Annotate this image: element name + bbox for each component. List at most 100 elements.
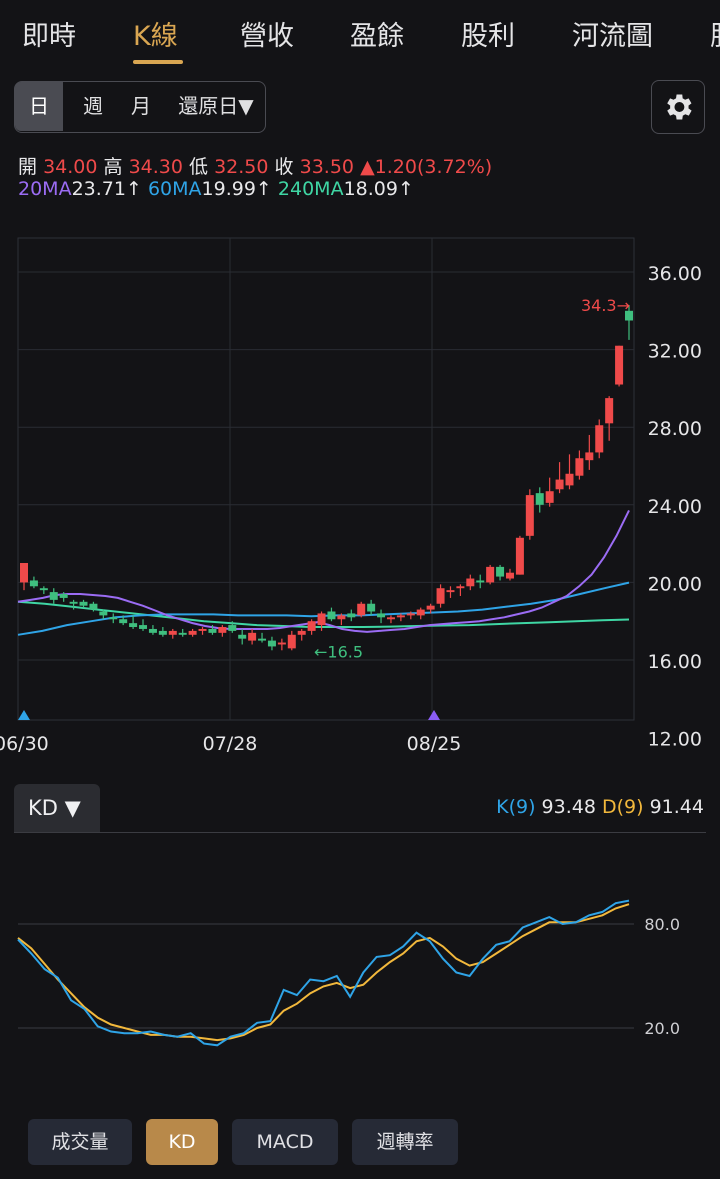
d-line (17, 903, 630, 1042)
ma60-label: 60MA (147, 178, 202, 200)
candle-body (258, 638, 267, 641)
candle-body (575, 458, 584, 476)
candle-body (486, 566, 495, 583)
event-marker-icon (428, 710, 440, 720)
indicator-button-kd[interactable]: KD (146, 1119, 218, 1165)
close-label: 收 (274, 156, 294, 178)
candle-body (109, 617, 118, 620)
close-value: 33.50 (299, 156, 355, 178)
gear-icon (667, 94, 692, 120)
low-label: 低 (189, 156, 209, 178)
candle-body (277, 642, 286, 645)
price-y-tick-label: 16.00 (648, 651, 702, 673)
candle-body (555, 479, 564, 490)
candle-body (148, 628, 157, 633)
candle-body (565, 473, 574, 486)
candle-body (456, 586, 465, 589)
price-x-tick-label: 08/25 (407, 733, 462, 755)
candle-body (89, 603, 98, 610)
candle-body (466, 578, 475, 587)
ma240-label: 240MA (277, 178, 344, 200)
candle-body (79, 601, 88, 606)
indicator-selector-dropdown[interactable]: KD ▼ (14, 784, 100, 832)
k-value: 93.48 (541, 796, 596, 818)
price-x-tick-label: 07/28 (203, 733, 258, 755)
open-value: 34.00 (43, 156, 98, 178)
candle-body (39, 588, 48, 591)
candle-body (307, 621, 316, 631)
price-y-tick-label: 36.00 (648, 263, 702, 285)
period-selector: 日 週 月 還原日▼ (14, 81, 266, 133)
settings-button[interactable] (651, 80, 705, 134)
ma240-value: 18.09↑ (343, 178, 414, 200)
candle-body (208, 628, 217, 633)
candle-body (168, 630, 177, 635)
candle-body (188, 630, 197, 635)
candle-body (99, 611, 108, 616)
candle-body (29, 580, 38, 587)
kd-y-tick-label: 80.0 (644, 915, 680, 934)
candle-body (377, 613, 386, 618)
candle-body (69, 601, 78, 604)
tab-revenue[interactable]: 營收 (240, 14, 294, 53)
candle-body (436, 588, 445, 604)
candle-body (238, 634, 247, 639)
price-y-tick-label: 24.00 (648, 496, 702, 518)
active-tab-indicator (133, 60, 183, 64)
candle-body (347, 613, 356, 618)
candle-body (119, 619, 128, 624)
tab-dividend[interactable]: 股利 (461, 14, 515, 53)
candle-body (525, 495, 534, 536)
change-value: ▲1.20(3.72%) (360, 156, 493, 178)
d-label: D(9) (602, 796, 644, 818)
price-x-tick-label: 06/30 (0, 733, 49, 755)
d-value: 91.44 (649, 796, 704, 818)
top-tab-bar: 即時 K線 營收 盈餘 股利 河流圖 股 (0, 0, 720, 70)
indicator-button-macd[interactable]: MACD (232, 1119, 338, 1165)
price-y-tick-label: 32.00 (648, 341, 702, 363)
tab-river-chart[interactable]: 河流圖 (572, 14, 653, 53)
candle-body (496, 566, 505, 577)
price-y-tick-label: 12.00 (648, 729, 702, 751)
candle-body (535, 493, 544, 505)
candle-body (59, 594, 68, 598)
low-value: 32.50 (214, 156, 269, 178)
candle-body (297, 630, 306, 635)
ma60-value: 19.99↑ (201, 178, 272, 200)
price-y-tick-label: 20.00 (648, 573, 702, 595)
candle-body (585, 452, 594, 461)
indicator-button-volume[interactable]: 成交量 (28, 1119, 132, 1165)
period-month[interactable]: 月 (119, 82, 163, 131)
candle-body (287, 634, 296, 649)
open-label: 開 (18, 156, 38, 178)
period-adjusted-day-dropdown[interactable]: 還原日▼ (167, 82, 265, 131)
candle-body (327, 611, 336, 620)
moving-average-summary: 20MA23.71↑ 60MA19.99↑ 240MA18.09↑ (18, 178, 414, 200)
k-label: K(9) (496, 796, 536, 818)
candle-body (416, 609, 425, 616)
price-chart[interactable]: 36.00 32.00 28.00 24.00 20.00 16.00 12.00 06/30… (0, 228, 720, 758)
kd-y-tick-label: 20.0 (644, 1019, 680, 1038)
candle-body (505, 572, 514, 579)
tab-partial[interactable]: 股 (710, 14, 720, 53)
period-day[interactable]: 日 (15, 82, 63, 131)
candle-body (396, 615, 405, 618)
candle-body (198, 628, 207, 631)
indicator-header-divider (14, 832, 706, 833)
candle-body (476, 580, 485, 583)
candle-body (545, 491, 554, 503)
indicator-button-turnover[interactable]: 週轉率 (352, 1119, 458, 1165)
high-label: 高 (103, 156, 123, 178)
candle-body (605, 398, 614, 424)
period-week[interactable]: 週 (71, 82, 115, 131)
tab-kline[interactable]: K線 (133, 14, 178, 53)
candle-body (337, 615, 346, 620)
candle-body (357, 603, 366, 616)
tab-earnings[interactable]: 盈餘 (350, 14, 404, 53)
candle-body (228, 625, 237, 631)
tab-realtime[interactable]: 即時 (22, 14, 76, 53)
candle-body (267, 640, 276, 647)
candle-body (158, 630, 167, 635)
kd-chart[interactable]: 80.0 20.0 (0, 880, 720, 1070)
candle-body (248, 632, 257, 641)
